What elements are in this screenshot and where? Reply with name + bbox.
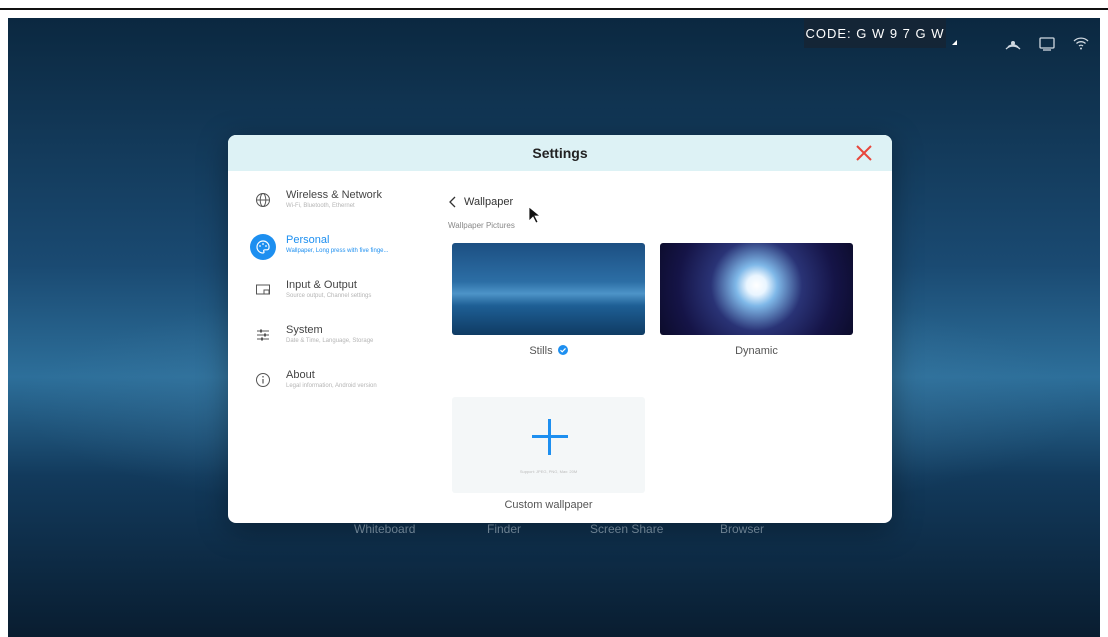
status-icons	[1002, 32, 1092, 54]
sidebar-item-label: Input & Output	[286, 279, 357, 291]
custom-wallpaper-label: Custom wallpaper	[504, 499, 593, 511]
check-circle-icon	[557, 345, 568, 355]
top-rule	[0, 8, 1108, 10]
sidebar-item-system[interactable]: System Date & Time, Language, Storage	[252, 324, 412, 369]
dialog-header: Settings	[228, 135, 892, 171]
sidebar-item-wireless[interactable]: Wireless & Network Wi-Fi, Bluetooth, Eth…	[252, 189, 412, 234]
wallpaper-grid: Stills Dynamic Support: JPEG, PNG, Max: …	[452, 243, 872, 511]
custom-wallpaper-button[interactable]: Support: JPEG, PNG, Max: 20M	[452, 397, 645, 493]
sidebar-item-sublabel: Source output, Channel settings	[286, 293, 372, 299]
palette-icon	[250, 234, 276, 260]
info-icon	[252, 369, 274, 391]
wallpaper-panel: Wallpaper Wallpaper Pictures Stills Dyna…	[448, 189, 868, 511]
device-code-badge: CODE: G W 9 7 G W	[804, 18, 946, 48]
dialog-title: Settings	[532, 145, 588, 161]
globe-icon	[252, 189, 274, 211]
corner-mark-icon	[952, 40, 957, 45]
sidebar-item-sublabel: Date & Time, Language, Storage	[286, 338, 374, 344]
sidebar-item-sublabel: Wallpaper, Long press with five finge...	[286, 248, 389, 254]
device-code: CODE: G W 9 7 G W	[805, 25, 945, 41]
sidebar-item-label: About	[286, 369, 315, 381]
back-button[interactable]: Wallpaper	[448, 189, 868, 215]
section-label: Wallpaper Pictures	[448, 221, 515, 230]
close-button[interactable]	[852, 141, 876, 165]
back-label: Wallpaper	[464, 196, 514, 208]
stills-label: Stills	[529, 345, 553, 357]
input-output-icon	[252, 279, 274, 301]
side-arrow-icon[interactable]: ›	[8, 320, 9, 336]
dock-whiteboard[interactable]: Whiteboard	[354, 522, 415, 536]
screen-icon[interactable]	[1036, 32, 1058, 54]
settings-sidebar: Wireless & Network Wi-Fi, Bluetooth, Eth…	[250, 189, 412, 414]
dock-finder[interactable]: Finder	[487, 522, 521, 536]
dock-browser[interactable]: Browser	[720, 522, 764, 536]
plus-icon	[532, 419, 568, 455]
sidebar-item-label: System	[286, 324, 323, 336]
desktop: › CODE: G W 9 7 G W Whiteboard Finder Sc…	[8, 18, 1100, 637]
sidebar-item-about[interactable]: About Legal information, Android version	[252, 369, 412, 414]
dynamic-label: Dynamic	[735, 345, 778, 357]
sidebar-item-input-output[interactable]: Input & Output Source output, Channel se…	[252, 279, 412, 324]
sidebar-item-label: Wireless & Network	[286, 189, 382, 201]
hotspot-icon[interactable]	[1002, 32, 1024, 54]
chevron-left-icon	[449, 196, 456, 208]
wallpaper-card-dynamic[interactable]	[660, 243, 853, 335]
dock-screen-share[interactable]: Screen Share	[590, 522, 663, 536]
custom-wallpaper-hint: Support: JPEG, PNG, Max: 20M	[519, 469, 578, 474]
mouse-cursor-icon	[528, 206, 540, 224]
settings-dialog: Settings Wireless & Network Wi-Fi, Bluet…	[228, 135, 892, 523]
close-icon	[856, 145, 872, 161]
wallpaper-card-stills[interactable]	[452, 243, 645, 335]
wifi-icon[interactable]	[1070, 32, 1092, 54]
wallpaper-caption-stills: Stills	[452, 345, 645, 357]
sidebar-item-label: Personal	[286, 234, 330, 246]
sidebar-item-personal[interactable]: Personal Wallpaper, Long press with five…	[250, 234, 412, 279]
sidebar-item-sublabel: Wi-Fi, Bluetooth, Ethernet	[286, 203, 355, 209]
app-dock: Whiteboard Finder Screen Share Browser	[8, 522, 1100, 542]
sliders-icon	[252, 324, 274, 346]
sidebar-item-sublabel: Legal information, Android version	[286, 383, 377, 389]
